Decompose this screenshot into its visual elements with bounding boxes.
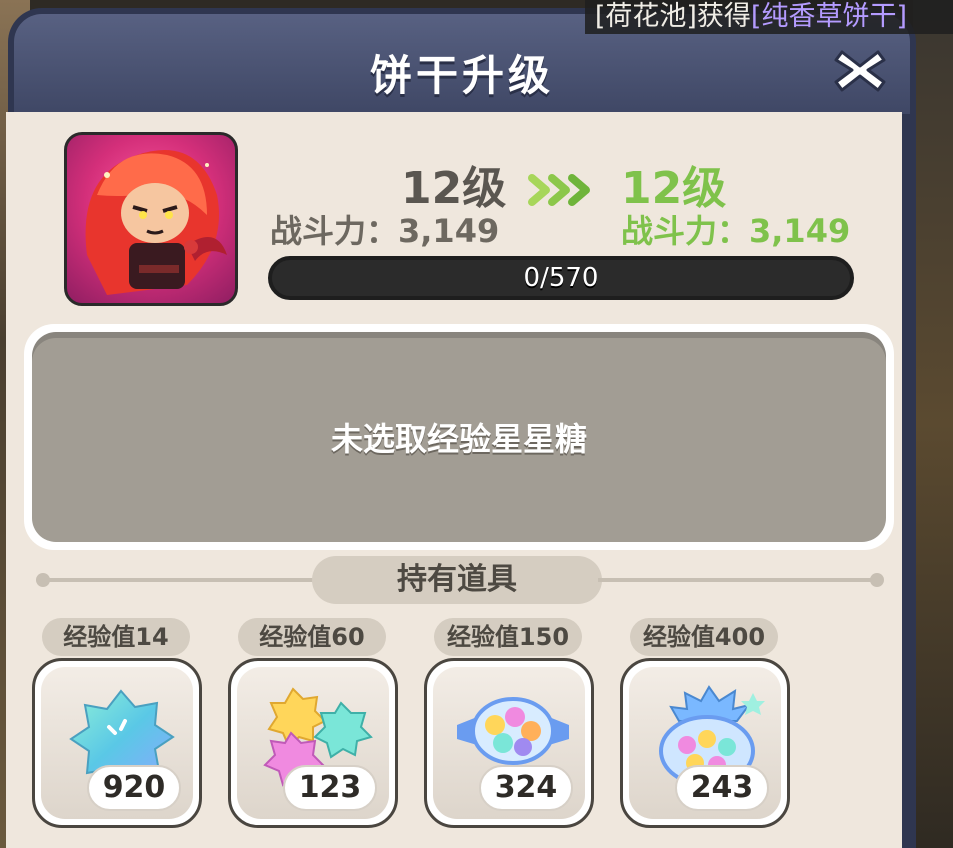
selected-items-area[interactable]: 未选取经验星星糖 [24,324,894,550]
item-count: 123 [283,765,377,811]
empty-selection-text: 未选取经验星星糖 [330,420,587,458]
selected-items-inner: 未选取经验星星糖 [32,332,886,542]
current-power: 战斗力：3,149 [270,212,500,250]
item-count: 920 [87,765,181,811]
divider-line-left [46,578,316,582]
next-power: 战斗力：3,149 [621,212,851,250]
cookie-portrait [64,132,238,306]
item-card[interactable]: 920 [32,658,202,828]
item-count: 324 [479,765,573,811]
dialog-body: 12级 12级 战斗力：3,149 战斗力：3,149 0/570 未选取经验星… [6,112,902,848]
item-exp-label: 经验值60 [238,618,386,656]
red-haired-cookie-portrait [85,150,227,295]
exp-progress-bar: 0/570 [268,256,854,300]
exp-progress-text: 0/570 [523,263,599,293]
item-card[interactable]: 123 [228,658,398,828]
inventory-title: 持有道具 [312,556,602,604]
item-exp-label: 经验值14 [42,618,190,656]
item-card-inner: 920 [41,667,193,819]
dialog-title: 饼干升级 [369,51,554,100]
item-card-inner: 243 [629,667,781,819]
level-arrows [528,170,600,214]
item-count: 243 [675,765,769,811]
item-exp-label: 经验值150 [434,618,582,656]
item-card-inner: 324 [433,667,585,819]
acquire-notification: [荷花池]获得[纯香草饼干] [584,0,953,34]
notification-item: [纯香草饼干] [750,1,907,32]
close-button[interactable] [832,44,888,96]
item-exp-label: 经验值400 [630,618,778,656]
background-right [913,0,953,848]
notification-prefix: [荷花池]获得 [594,1,751,32]
item-card[interactable]: 243 [620,658,790,828]
divider-line-right [598,578,874,582]
item-card-inner: 123 [237,667,389,819]
triple-chevron-right-icon [528,174,590,206]
item-card[interactable]: 324 [424,658,594,828]
divider-dot-right [870,573,884,587]
close-x-icon [834,50,886,92]
